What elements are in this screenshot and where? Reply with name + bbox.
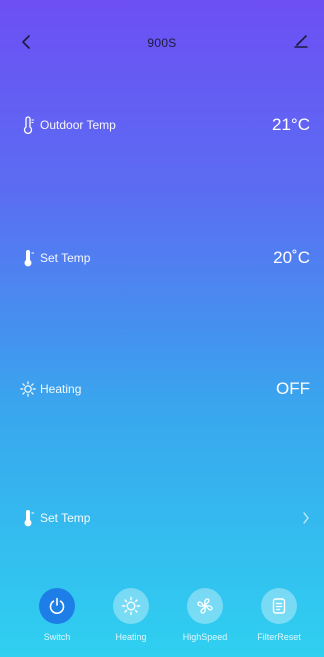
sun-icon bbox=[20, 380, 36, 398]
screen: 900S Outdoor Temp 21°C Set Temp 20˚C Hea… bbox=[0, 0, 324, 657]
set-temp-detail-label: Set Temp bbox=[40, 511, 91, 525]
tab-heating-label: Heating bbox=[115, 632, 147, 642]
fan-icon bbox=[187, 588, 223, 624]
document-icon bbox=[261, 588, 297, 624]
heating-value: OFF bbox=[276, 379, 310, 398]
tab-filterreset-label: FilterReset bbox=[257, 632, 301, 642]
outdoor-temp-label: Outdoor Temp bbox=[40, 118, 116, 132]
heating-label: Heating bbox=[40, 382, 82, 396]
chevron-right-icon bbox=[298, 508, 314, 528]
outdoor-temp-value: 21°C bbox=[272, 115, 310, 134]
set-temp-value: 20˚C bbox=[273, 248, 310, 267]
thermometer-icon bbox=[20, 249, 36, 267]
tab-switch[interactable]: Switch bbox=[27, 588, 87, 654]
tab-filterreset[interactable]: FilterReset bbox=[249, 588, 309, 654]
thermometer-icon bbox=[20, 509, 36, 527]
bottom-tab-bar: Switch Heating HighSpeed FilterReset bbox=[0, 582, 324, 657]
sun-icon bbox=[113, 588, 149, 624]
top-bar: 900S bbox=[0, 0, 324, 80]
pencil-icon bbox=[294, 35, 308, 48]
edit-button[interactable] bbox=[288, 28, 314, 54]
row-set-temp[interactable]: Set Temp 20˚C bbox=[0, 240, 324, 276]
thermometer-outline-icon bbox=[20, 116, 36, 134]
row-heating[interactable]: Heating OFF bbox=[0, 371, 324, 407]
tab-switch-label: Switch bbox=[43, 632, 71, 642]
row-outdoor-temp: Outdoor Temp 21°C bbox=[0, 107, 324, 143]
tab-heating[interactable]: Heating bbox=[101, 588, 161, 654]
tab-highspeed[interactable]: HighSpeed bbox=[175, 588, 235, 654]
tab-highspeed-label: HighSpeed bbox=[182, 632, 228, 642]
row-set-temp-detail[interactable]: Set Temp bbox=[0, 500, 324, 536]
power-icon bbox=[39, 588, 75, 624]
set-temp-label: Set Temp bbox=[40, 251, 91, 265]
page-title: 900S bbox=[147, 36, 177, 50]
